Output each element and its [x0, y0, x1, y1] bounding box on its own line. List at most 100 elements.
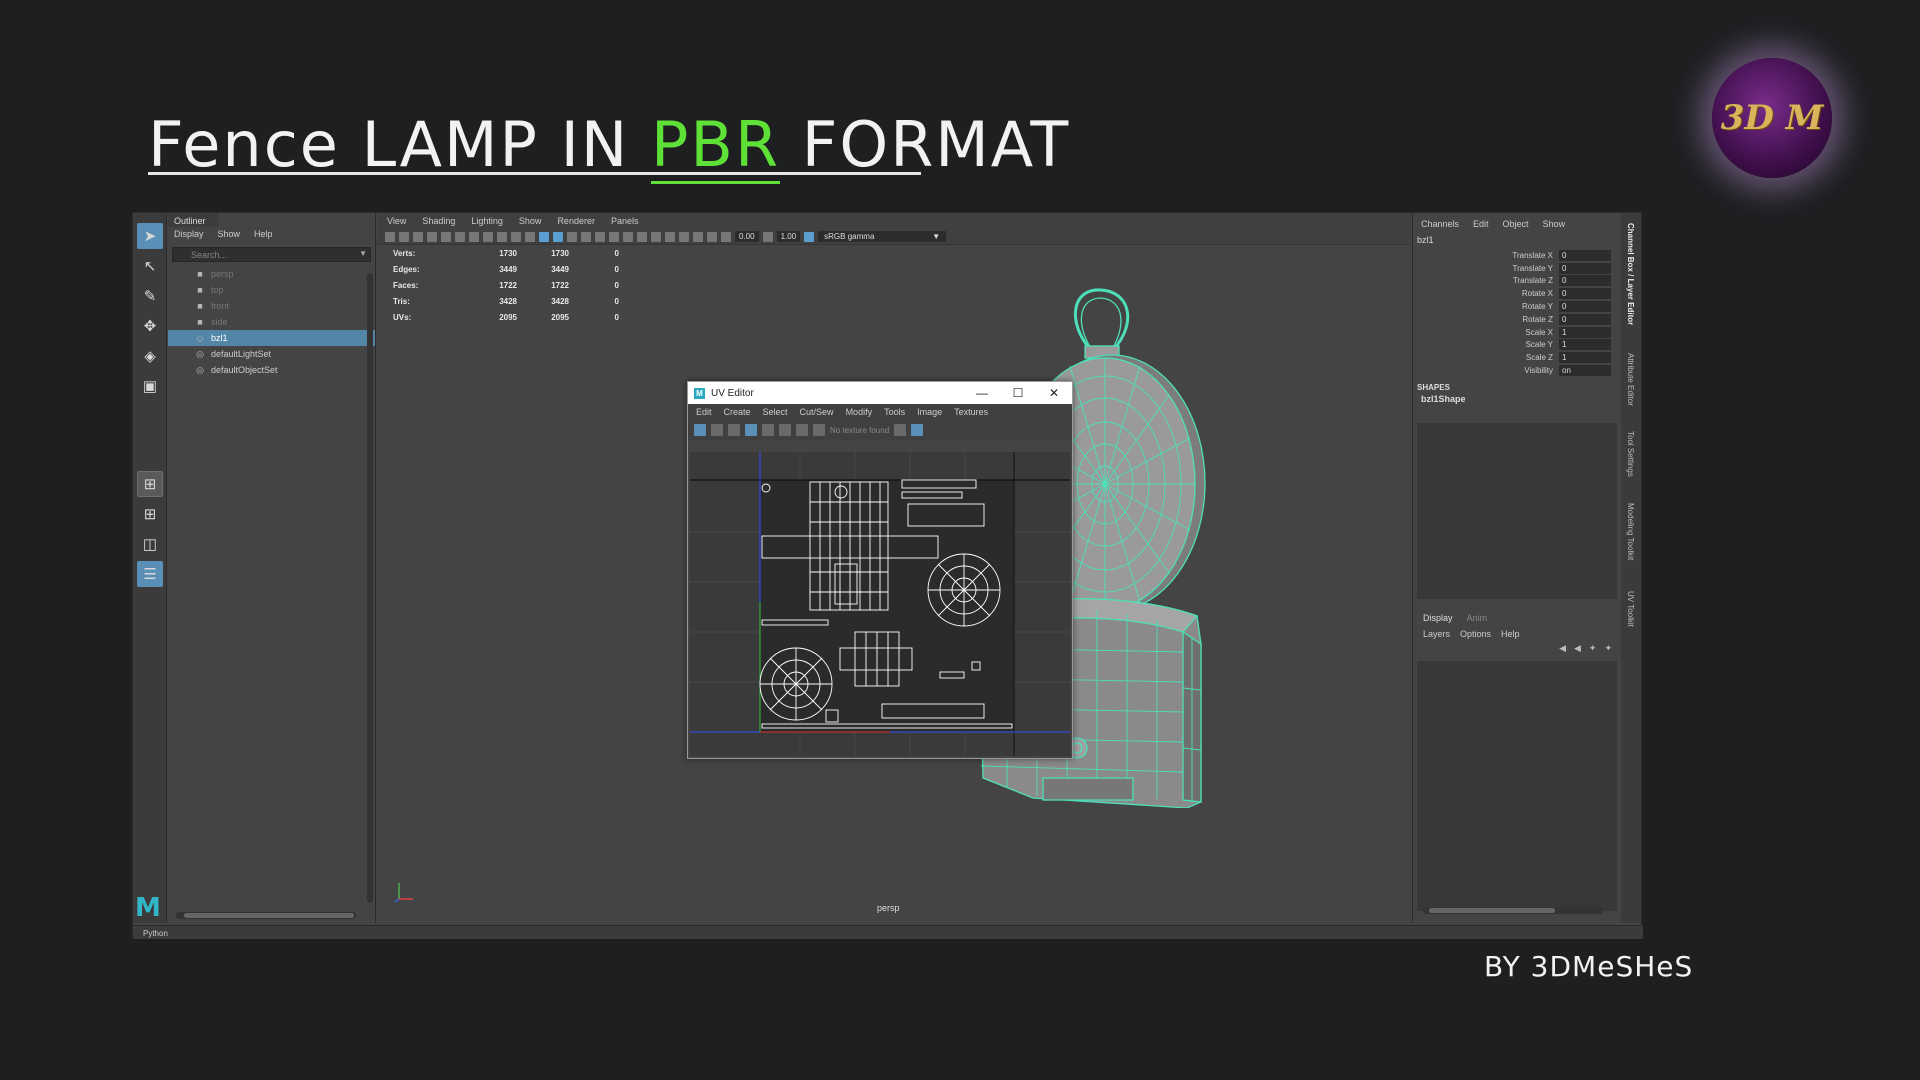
tab-tool-settings[interactable]: Tool Settings: [1626, 431, 1635, 477]
outliner-item-front[interactable]: ■ front: [168, 298, 375, 314]
exposure-field[interactable]: 0.00: [735, 231, 759, 242]
tab-channel-box[interactable]: Channel Box / Layer Editor: [1626, 223, 1635, 325]
attribute-row[interactable]: Rotate X 0: [1413, 287, 1620, 300]
wireframe-icon[interactable]: [539, 231, 549, 242]
attribute-row[interactable]: Scale X 1: [1413, 326, 1620, 339]
new-layer-icon[interactable]: ✦: [1589, 643, 1597, 654]
move-layer-up-icon[interactable]: ◀: [1559, 643, 1566, 654]
resolution-gate-icon[interactable]: [469, 231, 479, 242]
attribute-row[interactable]: Rotate Z 0: [1413, 313, 1620, 326]
channel-menu-show[interactable]: Show: [1543, 219, 1566, 231]
attribute-row[interactable]: Translate Y 0: [1413, 262, 1620, 275]
layer-horizontal-scrollbar[interactable]: [1423, 907, 1603, 914]
outliner-item-persp[interactable]: ■ persp: [168, 266, 375, 282]
safe-action-icon[interactable]: [511, 231, 521, 242]
outliner-item-bzl1[interactable]: ◇ bzl1: [168, 330, 375, 346]
viewport-menu-panels[interactable]: Panels: [611, 216, 639, 226]
uv-distortion-icon[interactable]: [728, 424, 740, 436]
uv-menu-cutsew[interactable]: Cut/Sew: [800, 407, 834, 417]
lasso-tool-icon[interactable]: ↖: [137, 253, 163, 279]
outliner-tab[interactable]: Outliner: [168, 213, 218, 227]
tab-attribute-editor[interactable]: Attribute Editor: [1626, 353, 1635, 406]
camera-lock-icon[interactable]: [399, 231, 409, 242]
channel-menu-channels[interactable]: Channels: [1421, 219, 1459, 231]
outliner-item-defaultlightset[interactable]: ◎ defaultLightSet: [168, 346, 375, 362]
command-line[interactable]: Python: [133, 925, 1643, 939]
layer-menu-help[interactable]: Help: [1501, 629, 1520, 639]
gamma-icon[interactable]: [762, 231, 773, 242]
scrollbar-thumb[interactable]: [184, 913, 354, 918]
safe-title-icon[interactable]: [525, 231, 535, 242]
layout-single-icon[interactable]: ⊞: [137, 471, 163, 497]
grid-icon[interactable]: [441, 231, 451, 242]
layer-menu-layers[interactable]: Layers: [1423, 629, 1450, 639]
layout-two-icon[interactable]: ◫: [137, 531, 163, 557]
uv-exposure-icon[interactable]: [796, 424, 808, 436]
channel-menu-object[interactable]: Object: [1503, 219, 1529, 231]
textured-icon[interactable]: [567, 231, 577, 242]
uv-display-icon[interactable]: [911, 424, 924, 436]
smooth-shade-icon[interactable]: [553, 231, 563, 242]
viewport-panel[interactable]: View Shading Lighting Show Renderer Pane…: [377, 213, 1411, 923]
uv-editor-window[interactable]: M UV Editor — ☐ ✕ Edit Create Select Cut…: [687, 381, 1073, 759]
outliner-item-defaultobjectset[interactable]: ◎ defaultObjectSet: [168, 362, 375, 378]
attribute-value[interactable]: 0: [1559, 249, 1611, 261]
field-chart-icon[interactable]: [497, 231, 507, 242]
select-tool-icon[interactable]: ➤: [137, 223, 163, 249]
viewport-menu-lighting[interactable]: Lighting: [471, 216, 503, 226]
gate-mask-icon[interactable]: [483, 231, 493, 242]
attribute-value[interactable]: 0: [1559, 275, 1611, 287]
uv-canvas[interactable]: [690, 452, 1070, 756]
uv-editor-titlebar[interactable]: M UV Editor — ☐ ✕: [688, 382, 1072, 404]
outliner-search-input[interactable]: Search... ▼: [172, 247, 371, 262]
outliner-horizontal-scrollbar[interactable]: [176, 912, 356, 919]
xray-components-icon[interactable]: [707, 231, 717, 242]
uv-menu-textures[interactable]: Textures: [954, 407, 988, 417]
scale-tool-icon[interactable]: ▣: [137, 373, 163, 399]
uv-isolate-icon[interactable]: [894, 424, 907, 436]
channel-menu-edit[interactable]: Edit: [1473, 219, 1489, 231]
outliner-menu-help[interactable]: Help: [254, 229, 273, 241]
camera-select-icon[interactable]: [385, 231, 395, 242]
color-space-select[interactable]: sRGB gamma ▼: [818, 231, 947, 242]
tab-anim[interactable]: Anim: [1467, 613, 1488, 623]
attribute-value[interactable]: 0: [1559, 262, 1611, 274]
attribute-row[interactable]: Scale Z 1: [1413, 351, 1620, 364]
viewport-menu-shading[interactable]: Shading: [422, 216, 455, 226]
gamma-field[interactable]: 1.00: [776, 231, 801, 242]
attribute-value[interactable]: 1: [1559, 352, 1611, 364]
attribute-row[interactable]: Visibility on: [1413, 364, 1620, 377]
uv-wireframe-icon[interactable]: [745, 424, 757, 436]
move-layer-down-icon[interactable]: ◀: [1574, 643, 1581, 654]
uv-checker-icon[interactable]: [779, 424, 791, 436]
xray-icon[interactable]: [679, 231, 689, 242]
attribute-value[interactable]: 0: [1559, 301, 1611, 313]
attribute-row[interactable]: Translate X 0: [1413, 249, 1620, 262]
maximize-icon[interactable]: ☐: [1000, 382, 1036, 404]
command-language[interactable]: Python: [143, 929, 168, 938]
antialias-icon[interactable]: [637, 231, 647, 242]
layer-menu-options[interactable]: Options: [1460, 629, 1491, 639]
uv-grid-icon[interactable]: [694, 424, 706, 436]
outliner-vertical-scrollbar[interactable]: [367, 273, 373, 903]
viewport-menu-show[interactable]: Show: [519, 216, 542, 226]
tab-modeling-toolkit[interactable]: Modeling Toolkit: [1626, 503, 1635, 560]
close-icon[interactable]: ✕: [1036, 382, 1072, 404]
uv-menu-tools[interactable]: Tools: [884, 407, 905, 417]
uv-menu-edit[interactable]: Edit: [696, 407, 712, 417]
shadows-icon[interactable]: [595, 231, 605, 242]
isolate-select-icon[interactable]: [665, 231, 675, 242]
attribute-value[interactable]: 1: [1559, 339, 1611, 351]
bookmark-icon[interactable]: [413, 231, 423, 242]
scrollbar-thumb[interactable]: [1429, 908, 1555, 913]
outliner-item-side[interactable]: ■ side: [168, 314, 375, 330]
attribute-row[interactable]: Translate Z 0: [1413, 275, 1620, 288]
uv-snapshot-icon[interactable]: [762, 424, 774, 436]
tab-display[interactable]: Display: [1423, 613, 1453, 623]
color-management-icon[interactable]: [804, 231, 815, 242]
attribute-row[interactable]: Rotate Y 0: [1413, 300, 1620, 313]
new-layer-selected-icon[interactable]: ✦: [1604, 643, 1612, 654]
attribute-value[interactable]: 0: [1559, 313, 1611, 325]
uv-menu-modify[interactable]: Modify: [846, 407, 873, 417]
move-tool-icon[interactable]: ✥: [137, 313, 163, 339]
